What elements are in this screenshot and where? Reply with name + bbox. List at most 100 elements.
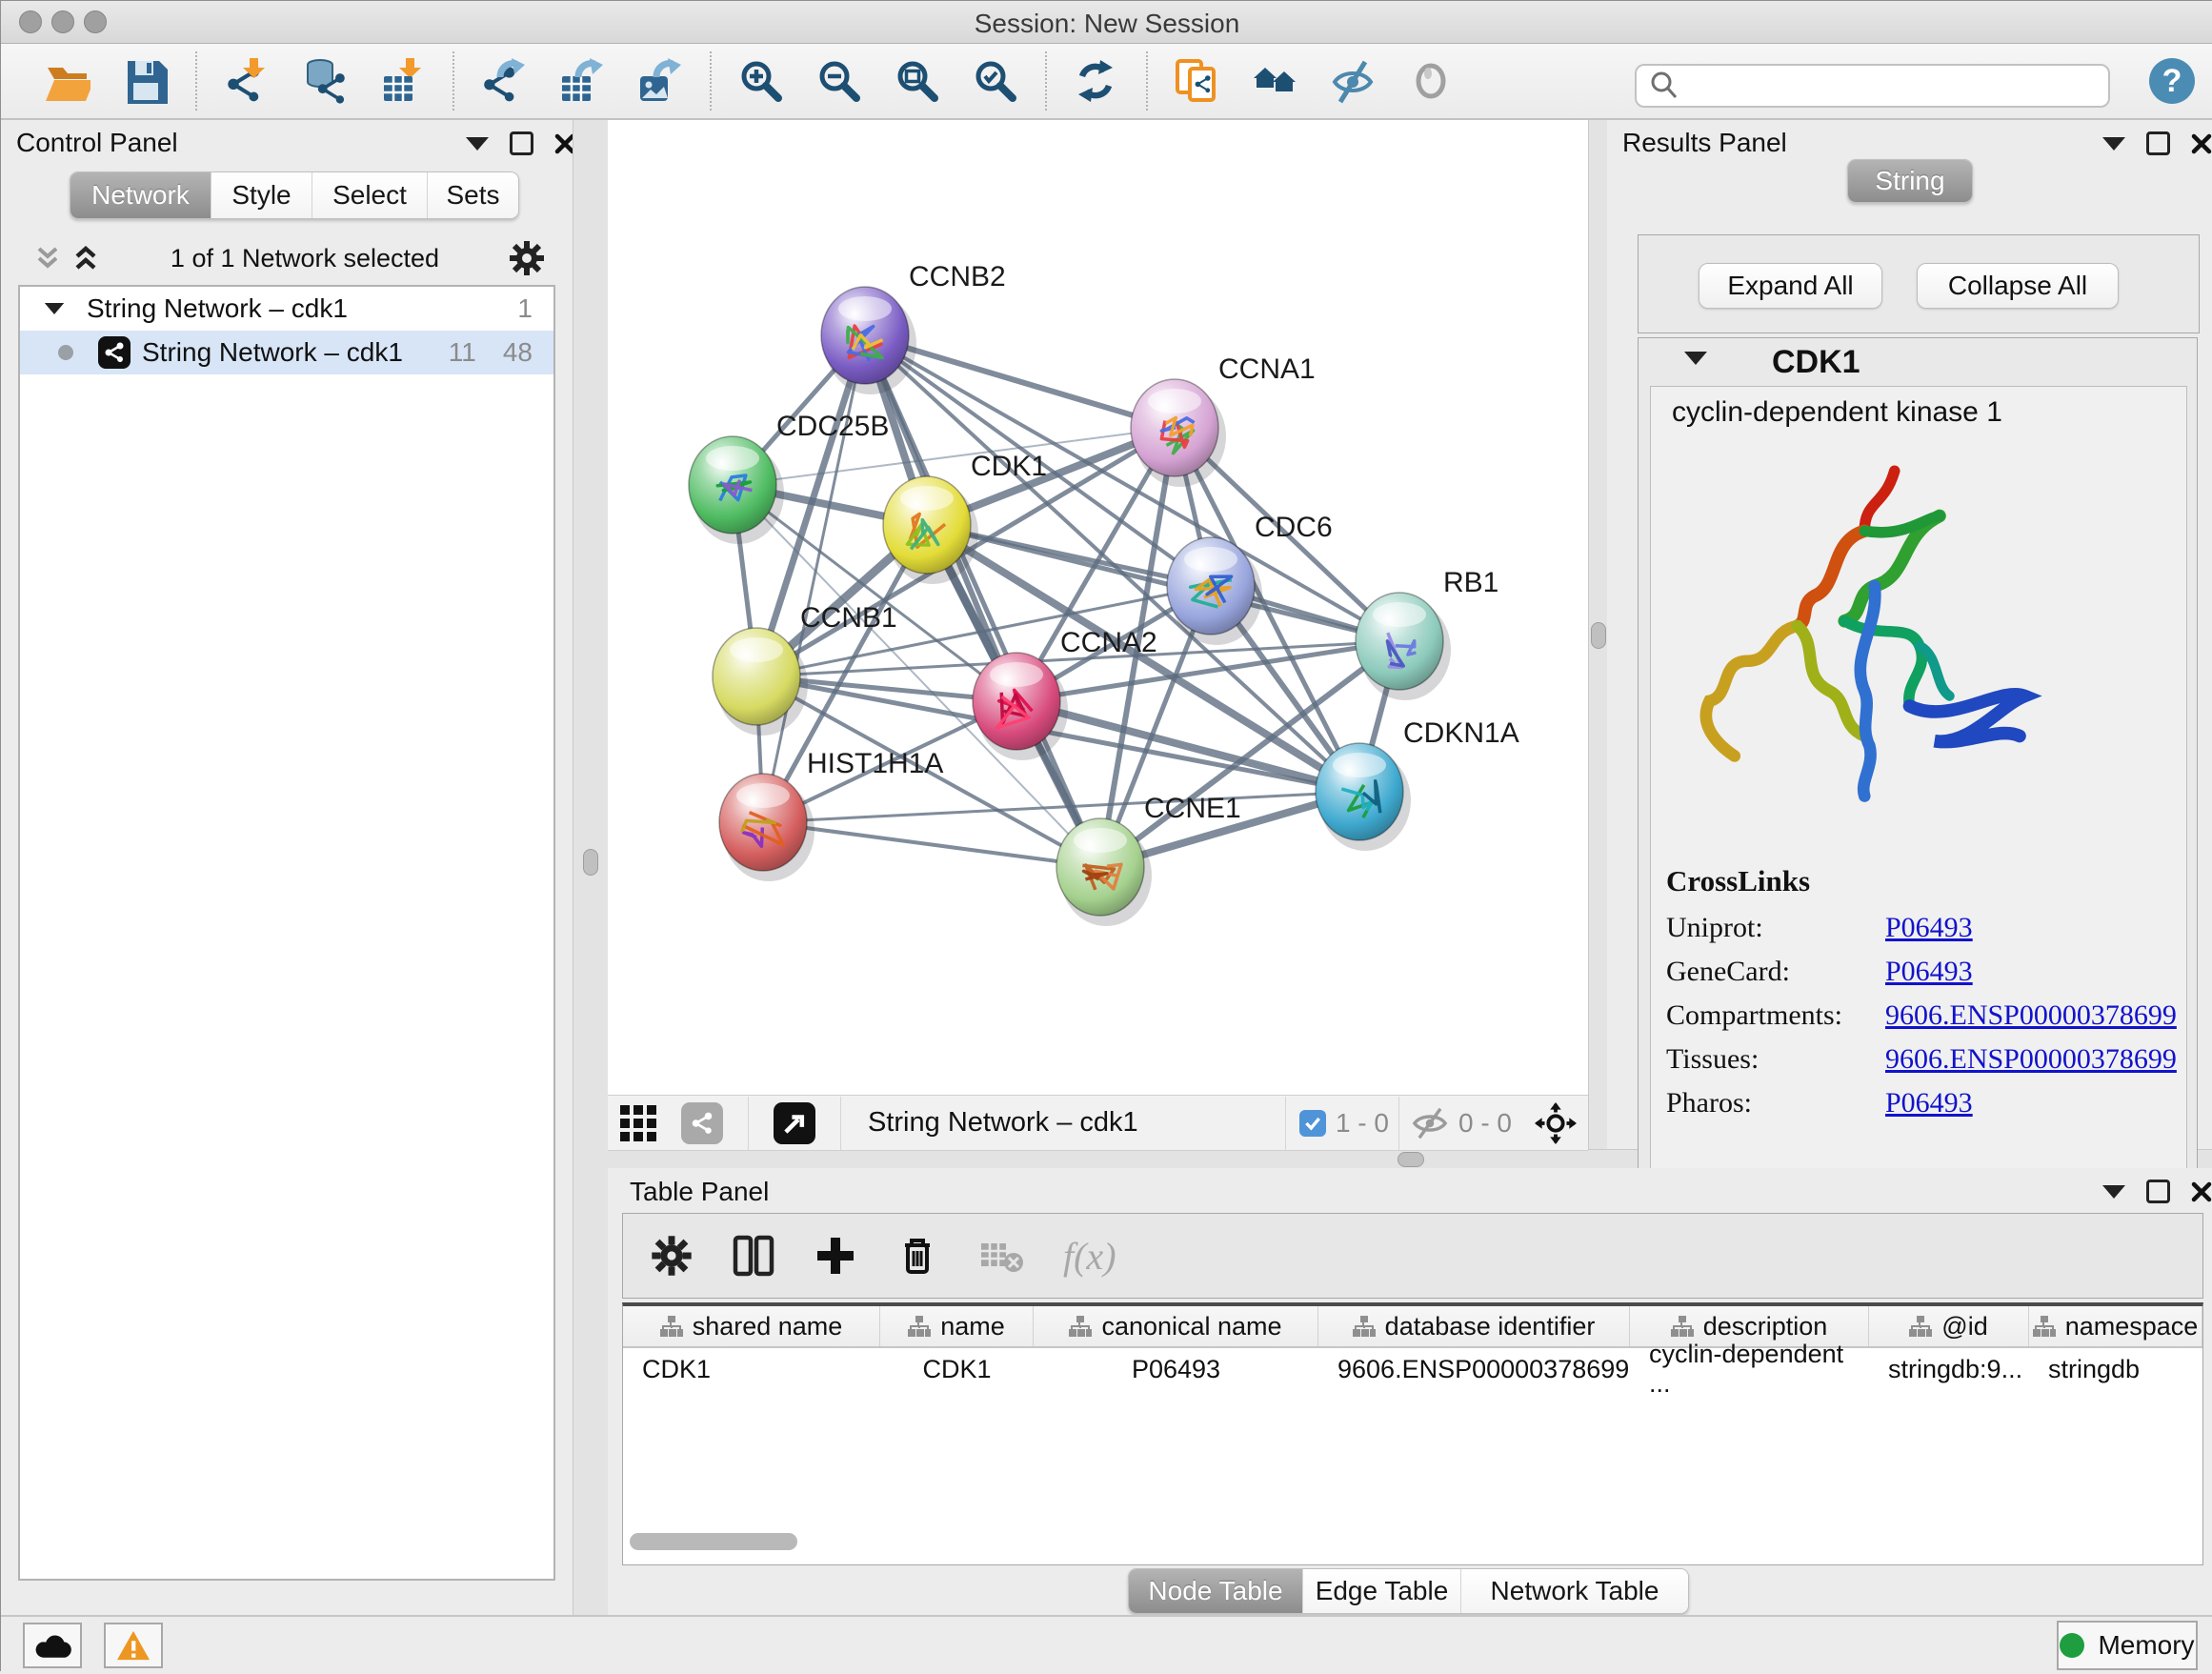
node-label-CCNB2: CCNB2 — [909, 261, 1006, 292]
close-panel-icon[interactable] — [2191, 1181, 2212, 1202]
tab-network-table[interactable]: Network Table — [1461, 1569, 1688, 1613]
column-header-sharedname[interactable]: shared name — [623, 1306, 880, 1346]
table-cell: 9606.ENSP00000378699 — [1318, 1348, 1630, 1390]
crosslink-label: Pharos: — [1651, 1087, 1885, 1119]
create-column-icon[interactable] — [814, 1234, 857, 1278]
tab-string[interactable]: String — [1848, 160, 1972, 202]
zoom-selected-icon — [973, 58, 1018, 104]
column-label: namespace — [2065, 1312, 2199, 1341]
selected-nodes-checkbox[interactable] — [1299, 1110, 1326, 1137]
search-box[interactable] — [1635, 64, 2110, 108]
collapse-icon[interactable] — [45, 303, 64, 314]
node-CCNE1[interactable]: CCNE1 — [1056, 793, 1241, 926]
panel-menu-icon[interactable] — [2102, 137, 2125, 151]
refresh-button[interactable] — [1070, 54, 1123, 108]
crosslink-link[interactable]: P06493 — [1885, 956, 1973, 988]
column-type-icon — [660, 1316, 683, 1337]
first-neighbors-button[interactable] — [1249, 54, 1302, 108]
delete-column-icon[interactable] — [895, 1234, 939, 1278]
zoom-in-button[interactable] — [734, 54, 788, 108]
panel-menu-icon[interactable] — [2102, 1185, 2125, 1199]
crosslink-link[interactable]: 9606.ENSP00000378699 — [1885, 999, 2177, 1032]
column-header-id[interactable]: @id — [1869, 1306, 2029, 1346]
tab-edge-table[interactable]: Edge Table — [1303, 1569, 1461, 1613]
open-session-button[interactable] — [41, 54, 94, 108]
hidden-items-icon[interactable] — [1411, 1107, 1449, 1140]
column-header-databaseidentifier[interactable]: database identifier — [1318, 1306, 1630, 1346]
cloud-button[interactable] — [23, 1623, 82, 1668]
copy-network-button[interactable] — [1171, 54, 1224, 108]
tab-network[interactable]: Network — [70, 172, 211, 218]
zoom-selected-button[interactable] — [969, 54, 1022, 108]
tab-node-table[interactable]: Node Table — [1129, 1569, 1303, 1613]
grid-view-icon[interactable] — [618, 1103, 658, 1143]
memory-button[interactable]: Memory — [2057, 1621, 2198, 1670]
column-header-canonicalname[interactable]: canonical name — [1034, 1306, 1318, 1346]
save-session-button[interactable] — [119, 54, 172, 108]
table-cell: stringdb — [2029, 1348, 2202, 1390]
network-collection-row[interactable]: String Network – cdk1 1 — [20, 287, 553, 331]
panel-menu-icon[interactable] — [466, 137, 489, 151]
left-splitter-handle[interactable] — [583, 849, 598, 876]
expand-all-icon[interactable] — [70, 244, 102, 272]
export-image-button[interactable] — [633, 54, 687, 108]
collapse-section-icon[interactable] — [1684, 352, 1707, 365]
tab-select[interactable]: Select — [312, 172, 428, 218]
tab-sets[interactable]: Sets — [428, 172, 518, 218]
window-titlebar: Session: New Session — [1, 1, 2212, 44]
node-label-CCNA1: CCNA1 — [1218, 353, 1316, 385]
collapse-all-button[interactable]: Collapse All — [1917, 263, 2119, 309]
table-row[interactable]: CDK1CDK1P064939606.ENSP00000378699cyclin… — [623, 1348, 2202, 1390]
crosslink-row: GeneCard:P06493 — [1651, 950, 2186, 994]
column-header-namespace[interactable]: namespace — [2029, 1306, 2202, 1346]
float-panel-icon[interactable] — [510, 131, 533, 155]
crosslink-link[interactable]: P06493 — [1885, 912, 1973, 944]
import-network-database-button[interactable] — [298, 54, 352, 108]
node-CDC6[interactable]: CDC6 — [1167, 512, 1333, 645]
gear-icon[interactable] — [508, 239, 546, 277]
export-table-button[interactable] — [555, 54, 609, 108]
zoom-fit-button[interactable] — [891, 54, 944, 108]
network-list-header: 1 of 1 Network selected — [18, 234, 555, 282]
network-row[interactable]: String Network – cdk1 11 48 — [20, 331, 553, 374]
network-canvas[interactable]: CCNB2CCNA1CDC25BCDK1CDC6RB1CCNB1CCNA2CDK… — [608, 120, 1588, 1095]
hide-selected-button[interactable] — [1327, 54, 1380, 108]
node-RB1[interactable]: RB1 — [1356, 567, 1498, 700]
export-network-button[interactable] — [477, 54, 531, 108]
float-panel-icon[interactable] — [2146, 1180, 2170, 1203]
node-CDKN1A[interactable]: CDKN1A — [1316, 717, 1519, 851]
show-all-button[interactable] — [1405, 54, 1458, 108]
float-panel-icon[interactable] — [2146, 131, 2170, 155]
search-input[interactable] — [1680, 71, 2108, 102]
column-type-icon — [908, 1316, 931, 1337]
node-CCNA1[interactable]: CCNA1 — [1131, 353, 1316, 487]
warning-button[interactable] — [104, 1623, 163, 1668]
import-network-file-button[interactable] — [220, 54, 273, 108]
tab-style[interactable]: Style — [211, 172, 312, 218]
help-button[interactable]: ? — [2149, 58, 2195, 104]
table-options-gear-icon[interactable] — [650, 1234, 694, 1278]
share-view-icon[interactable] — [681, 1102, 723, 1144]
close-panel-icon[interactable] — [2191, 133, 2212, 154]
control-panel-title: Control Panel — [16, 128, 178, 158]
zoom-out-button[interactable] — [813, 54, 866, 108]
crosslink-link[interactable]: 9606.ENSP00000378699 — [1885, 1043, 2177, 1076]
right-splitter-handle[interactable] — [1591, 622, 1606, 649]
zoom-in-icon — [738, 58, 784, 104]
table-hscrollbar[interactable] — [630, 1533, 797, 1550]
bottom-splitter-handle[interactable] — [1398, 1152, 1424, 1167]
column-header-name[interactable]: name — [880, 1306, 1034, 1346]
fit-content-icon[interactable] — [1535, 1102, 1577, 1144]
collapse-all-icon[interactable] — [31, 244, 64, 272]
node-CCNB2[interactable]: CCNB2 — [821, 261, 1006, 394]
birds-eye-view-icon[interactable] — [774, 1102, 815, 1144]
crosslink-link[interactable]: P06493 — [1885, 1087, 1973, 1119]
left-splitter[interactable] — [573, 120, 610, 1615]
import-table-file-button[interactable] — [376, 54, 430, 108]
crosslink-row: Uniprot:P06493 — [1651, 906, 2186, 950]
right-splitter[interactable] — [1588, 120, 1609, 1149]
show-columns-icon[interactable] — [732, 1234, 775, 1278]
expand-all-button[interactable]: Expand All — [1699, 263, 1882, 309]
node-label-CCNE1: CCNE1 — [1144, 793, 1241, 824]
import-network-file-icon — [224, 58, 270, 104]
